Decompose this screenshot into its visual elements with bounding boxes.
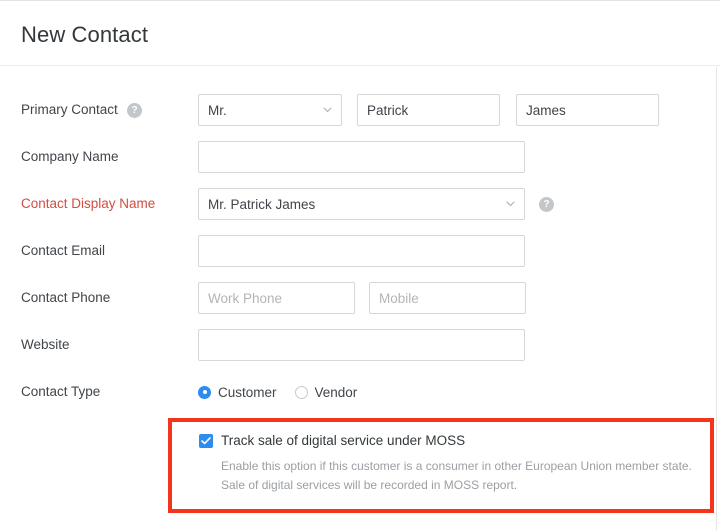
radio-customer-icon[interactable] (198, 386, 211, 399)
label-contact-email: Contact Email (21, 235, 105, 267)
work-phone-input[interactable] (198, 282, 355, 314)
website-input[interactable] (198, 329, 525, 361)
row-contact-email: Contact Email (0, 235, 720, 267)
chevron-down-icon (323, 107, 332, 113)
label-contact-display-name: Contact Display Name (21, 188, 155, 220)
moss-title: Track sale of digital service under MOSS (221, 431, 465, 451)
contact-type-radio-group: Customer Vendor (198, 376, 375, 408)
row-website: Website (0, 329, 720, 361)
last-name-input[interactable] (516, 94, 659, 126)
row-contact-display-name: Contact Display Name Mr. Patrick James ? (0, 188, 720, 220)
moss-description: Enable this option if this customer is a… (221, 457, 701, 495)
company-name-input[interactable] (198, 141, 525, 173)
radio-customer-label: Customer (218, 385, 277, 400)
panel-header: New Contact (0, 2, 720, 66)
help-icon[interactable]: ? (127, 103, 142, 118)
radio-option-vendor[interactable]: Vendor (295, 385, 358, 400)
mobile-input[interactable] (369, 282, 526, 314)
salutation-select[interactable]: Mr. (198, 94, 342, 126)
salutation-select-value: Mr. (208, 95, 227, 127)
label-company-name: Company Name (21, 141, 119, 173)
new-contact-panel: New Contact Primary Contact ? Mr. Compan… (0, 0, 720, 529)
moss-checkbox-row: Track sale of digital service under MOSS (199, 431, 702, 451)
radio-vendor-label: Vendor (315, 385, 358, 400)
contact-display-name-value: Mr. Patrick James (208, 189, 315, 221)
contact-display-name-select[interactable]: Mr. Patrick James (198, 188, 525, 220)
contact-email-input[interactable] (198, 235, 525, 267)
help-icon[interactable]: ? (539, 197, 554, 212)
radio-option-customer[interactable]: Customer (198, 385, 277, 400)
chevron-down-icon (506, 201, 515, 207)
first-name-input[interactable] (357, 94, 500, 126)
row-company-name: Company Name (0, 141, 720, 173)
label-primary-contact: Primary Contact (21, 94, 118, 126)
row-contact-type: Contact Type Customer Vendor (0, 376, 720, 408)
moss-content: Track sale of digital service under MOSS… (199, 431, 702, 451)
page-title: New Contact (21, 22, 148, 48)
label-website: Website (21, 329, 70, 361)
label-contact-type: Contact Type (21, 376, 100, 408)
moss-highlight-box: Track sale of digital service under MOSS… (168, 418, 714, 513)
row-primary-contact: Primary Contact ? Mr. (0, 94, 720, 126)
row-contact-phone: Contact Phone (0, 282, 720, 314)
label-contact-phone: Contact Phone (21, 282, 110, 314)
moss-checkbox[interactable] (199, 434, 213, 448)
radio-vendor-icon[interactable] (295, 386, 308, 399)
